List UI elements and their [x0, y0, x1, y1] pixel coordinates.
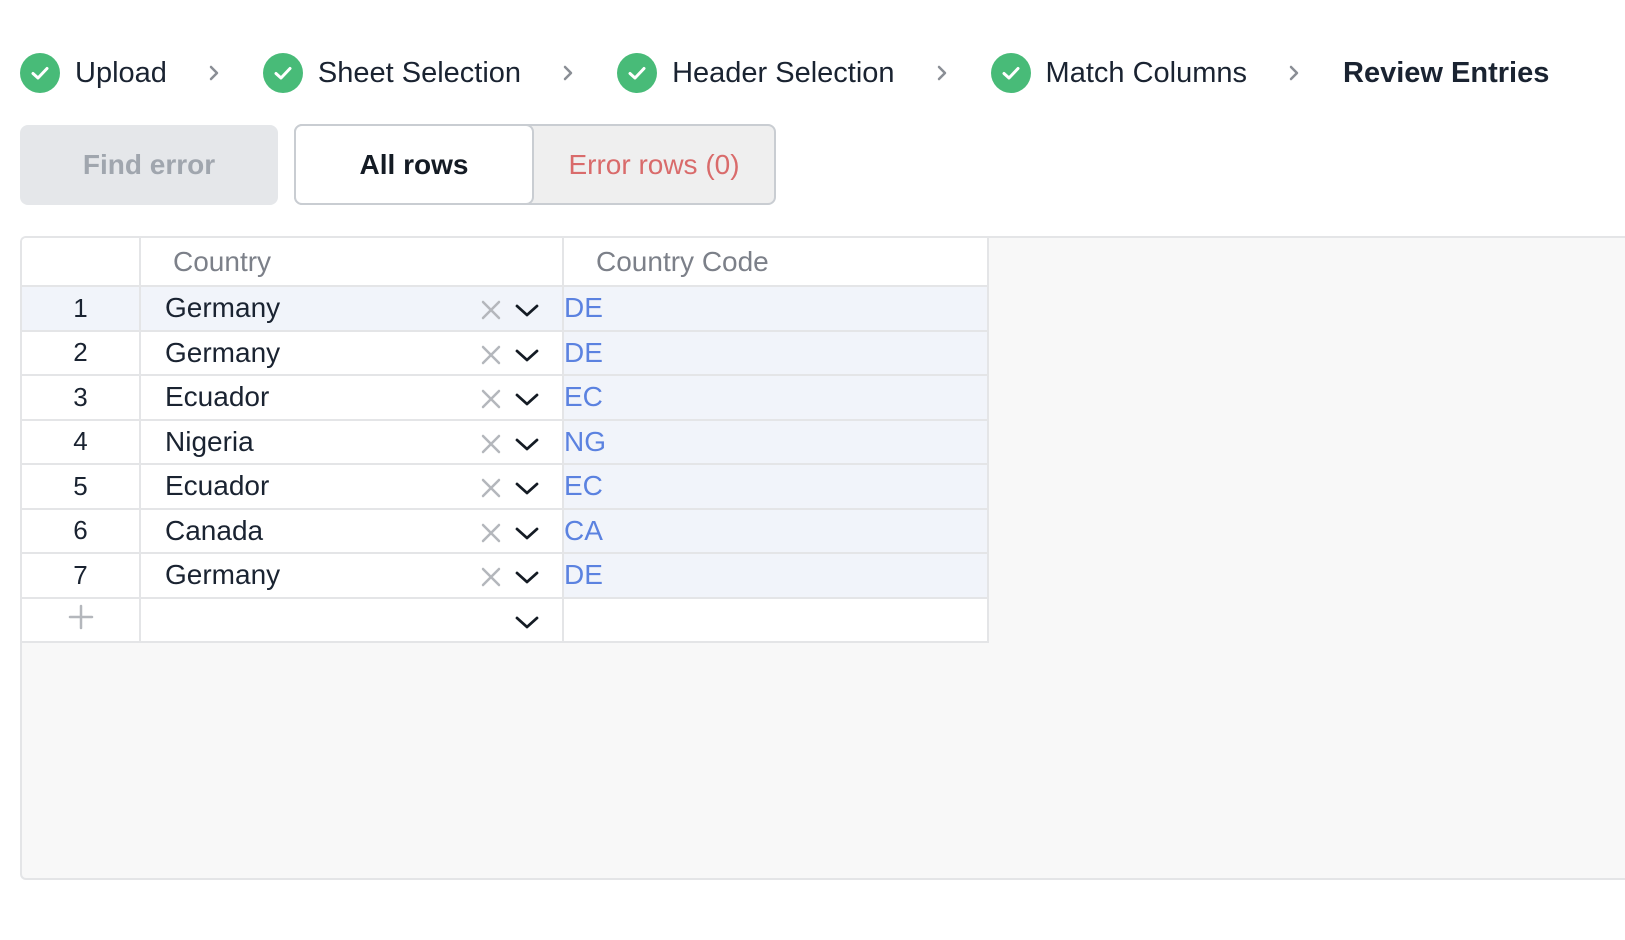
step-label: Match Columns [1045, 56, 1248, 89]
country-code-cell[interactable]: DE [562, 285, 989, 332]
row-number: 2 [22, 329, 141, 376]
close-icon[interactable] [480, 522, 502, 544]
country-value: Germany [165, 336, 281, 368]
country-code-cell[interactable]: DE [562, 552, 989, 599]
country-cell[interactable]: Ecuador [139, 463, 564, 510]
country-select[interactable]: Ecuador [141, 376, 562, 419]
step-label: Upload [75, 56, 167, 89]
row-filter-toggle: All rows Error rows (0) [294, 124, 776, 205]
row-number: 6 [22, 507, 141, 554]
chevron-right-icon [560, 63, 576, 83]
step-sheet-selection: Sheet Selection [262, 53, 522, 93]
country-cell[interactable]: Germany [139, 329, 564, 376]
column-header-country[interactable]: Country [139, 238, 564, 287]
close-icon[interactable] [480, 477, 502, 499]
country-value: Canada [165, 514, 264, 546]
country-select[interactable]: Germany [141, 554, 562, 597]
data-grid: Country Country Code 1 Germany DE 2 Germany D… [20, 236, 1625, 880]
country-code-cell[interactable]: DE [562, 329, 989, 376]
chevron-down-icon[interactable] [514, 433, 540, 455]
column-header-country-code[interactable]: Country Code [562, 238, 989, 287]
chevron-down-icon[interactable] [514, 522, 540, 544]
table-row[interactable]: 5 Ecuador EC [22, 463, 989, 510]
chevron-down-icon[interactable] [514, 388, 540, 410]
check-circle-icon [20, 53, 60, 93]
table-row[interactable]: 7 Germany DE [22, 552, 989, 599]
row-number: 4 [22, 418, 141, 465]
country-value: Ecuador [165, 381, 270, 413]
step-label-current: Review Entries [1343, 56, 1550, 89]
step-upload: Upload [20, 53, 167, 93]
all-rows-button[interactable]: All rows [294, 124, 534, 205]
close-icon[interactable] [480, 299, 502, 321]
data-grid-table: Country Country Code 1 Germany DE 2 Germany D… [22, 238, 989, 643]
check-circle-icon [262, 53, 303, 93]
close-icon[interactable] [480, 344, 502, 366]
header-row: Country Country Code [22, 238, 989, 287]
country-code-cell[interactable]: NG [562, 418, 989, 465]
country-code-cell[interactable] [562, 596, 989, 643]
chevron-down-icon[interactable] [514, 477, 540, 499]
country-cell[interactable]: Germany [139, 285, 564, 332]
chevron-down-icon[interactable] [514, 611, 540, 633]
table-row[interactable]: 6 Canada CA [22, 507, 989, 554]
step-match-columns: Match Columns [990, 53, 1248, 93]
row-number: 5 [22, 463, 141, 510]
country-cell[interactable]: Nigeria [139, 418, 564, 465]
find-error-button[interactable]: Find error [20, 125, 278, 205]
chevron-down-icon[interactable] [514, 344, 540, 366]
country-select[interactable]: Canada [141, 510, 562, 553]
country-cell[interactable]: Ecuador [139, 374, 564, 421]
chevron-right-icon [934, 63, 950, 83]
check-circle-icon [990, 53, 1031, 93]
country-cell[interactable] [139, 596, 564, 643]
country-code-cell[interactable]: EC [562, 374, 989, 421]
close-icon[interactable] [480, 388, 502, 410]
country-cell[interactable]: Germany [139, 552, 564, 599]
table-row[interactable]: 4 Nigeria NG [22, 418, 989, 465]
table-row[interactable]: 3 Ecuador EC [22, 374, 989, 421]
plus-icon[interactable] [68, 604, 94, 630]
country-select[interactable]: Ecuador [141, 465, 562, 508]
country-value: Germany [165, 292, 281, 324]
close-icon[interactable] [480, 433, 502, 455]
country-select[interactable]: Germany [141, 332, 562, 375]
close-icon[interactable] [480, 566, 502, 588]
country-select[interactable] [141, 599, 562, 642]
country-value: Germany [165, 559, 281, 591]
country-cell[interactable]: Canada [139, 507, 564, 554]
country-select[interactable]: Nigeria [141, 421, 562, 464]
country-value: Nigeria [165, 425, 254, 457]
stepper: Upload Sheet Selection Header Selection … [20, 51, 1549, 95]
country-code-cell[interactable]: EC [562, 463, 989, 510]
country-code-cell[interactable]: CA [562, 507, 989, 554]
chevron-down-icon[interactable] [514, 566, 540, 588]
step-review-entries: Review Entries [1343, 57, 1549, 90]
step-label: Sheet Selection [317, 56, 522, 89]
error-rows-button[interactable]: Error rows (0) [534, 126, 774, 203]
step-header-selection: Header Selection [617, 53, 895, 93]
chevron-right-icon [1286, 63, 1302, 83]
table-row[interactable]: 1 Germany DE [22, 285, 989, 332]
row-number-header [22, 238, 141, 287]
row-number: 7 [22, 552, 141, 599]
row-number: 1 [22, 285, 141, 332]
country-select[interactable]: Germany [141, 287, 562, 330]
check-circle-icon [617, 53, 658, 93]
add-row-cell[interactable] [22, 596, 141, 643]
country-value: Ecuador [165, 470, 270, 502]
chevron-down-icon[interactable] [514, 299, 540, 321]
chevron-right-icon [206, 63, 222, 83]
row-number: 3 [22, 374, 141, 421]
add-row[interactable] [22, 596, 989, 643]
step-label: Header Selection [672, 56, 895, 89]
table-row[interactable]: 2 Germany DE [22, 329, 989, 376]
